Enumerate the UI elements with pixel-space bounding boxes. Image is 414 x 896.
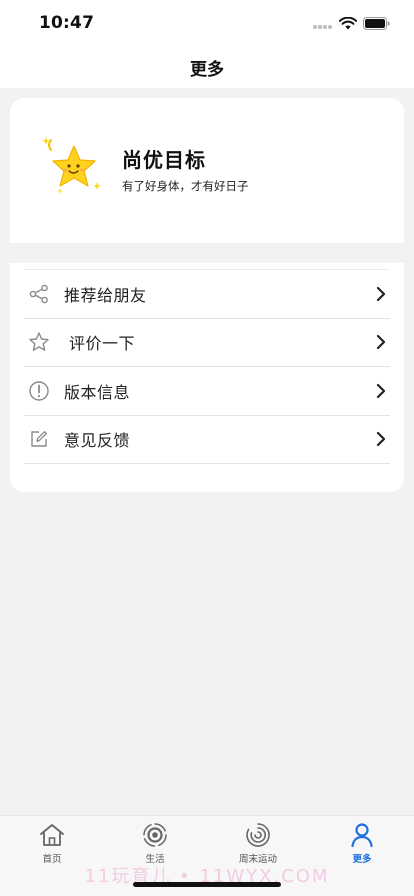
- status-icons: [313, 15, 390, 34]
- profile-subtitle: 有了好身体，才有好日子: [122, 179, 249, 193]
- battery-icon: [363, 15, 390, 34]
- chevron-right-icon: [376, 286, 386, 302]
- home-indicator[interactable]: [133, 882, 281, 887]
- profile-title: 尚优目标: [122, 148, 206, 172]
- tab-more[interactable]: 更多: [322, 822, 402, 865]
- info-circle-icon: [28, 380, 50, 402]
- chevron-right-icon: [376, 383, 386, 399]
- status-time: 10:47: [39, 13, 95, 33]
- menu-item-feedback[interactable]: 意见反馈: [24, 416, 390, 464]
- menu-item-recommend[interactable]: 推荐给朋友: [24, 270, 390, 319]
- signal-icon: [313, 15, 333, 34]
- chevron-right-icon: [376, 431, 386, 447]
- star-outline-icon: [28, 331, 50, 353]
- menu-item-rate[interactable]: 评价一下: [24, 319, 390, 367]
- tab-life[interactable]: 生活: [115, 822, 195, 865]
- nav-bar: 更多: [0, 46, 414, 88]
- person-icon: [349, 822, 375, 848]
- tab-home[interactable]: 首页: [12, 822, 92, 865]
- chevron-right-icon: [376, 334, 386, 350]
- profile-card: 尚优目标 有了好身体，才有好日子: [10, 98, 404, 243]
- menu-item-label: 版本信息: [64, 382, 131, 402]
- menu-item-label: 意见反馈: [64, 431, 131, 451]
- edit-icon: [28, 428, 50, 450]
- page-title: 更多: [190, 59, 224, 80]
- home-icon: [39, 822, 65, 848]
- menu-card: 推荐给朋友 评价一下 版本信息 意见反馈: [10, 263, 404, 492]
- star-logo-icon: [38, 136, 108, 200]
- status-bar: 10:47: [0, 0, 414, 46]
- tab-weekend-sports[interactable]: 周末运动: [218, 822, 298, 865]
- menu-item-label: 评价一下: [69, 334, 136, 354]
- menu-item-label: 推荐给朋友: [64, 285, 147, 305]
- menu-item-version[interactable]: 版本信息: [24, 367, 390, 416]
- wifi-icon: [339, 15, 357, 34]
- spiral-icon: [245, 822, 271, 848]
- life-icon: [142, 822, 168, 848]
- share-icon: [28, 283, 50, 305]
